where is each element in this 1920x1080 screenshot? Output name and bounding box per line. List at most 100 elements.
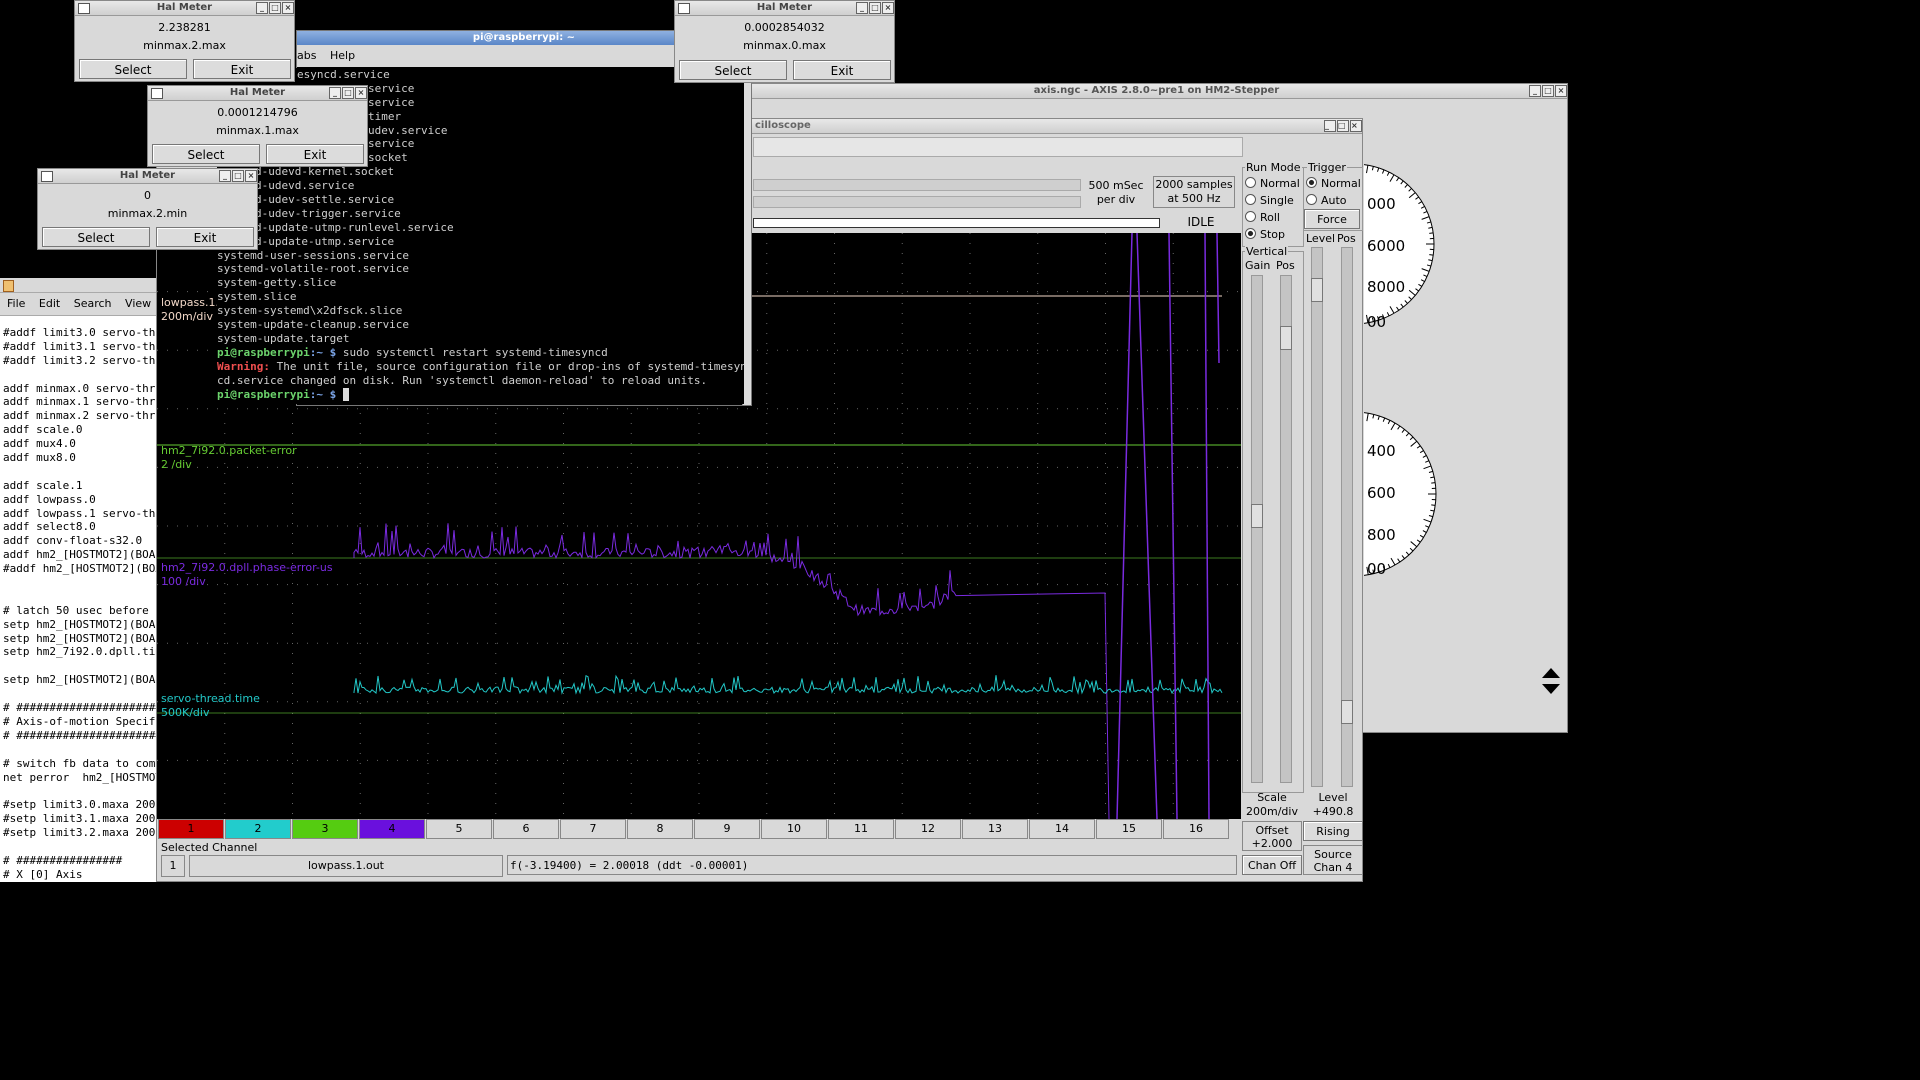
channel-tab-9[interactable]: 9 — [694, 819, 760, 839]
channel-tab-3[interactable]: 3 — [292, 819, 358, 839]
offset-button[interactable]: Offset +2.000 — [1242, 821, 1302, 851]
dial-tick — [1429, 232, 1434, 234]
menu-view[interactable]: View — [125, 297, 151, 310]
terminal-line: d-udevd.service — [255, 179, 355, 193]
trigger-auto[interactable]: Auto — [1306, 194, 1347, 207]
force-button[interactable]: Force — [1304, 209, 1360, 229]
close-button[interactable]: × — [882, 2, 894, 14]
chan-off-button[interactable]: Chan Off — [1242, 855, 1302, 875]
channel-tab-7[interactable]: 7 — [560, 819, 626, 839]
editor-text-area[interactable]: #addf limit3.0 servo-thr #addf limit3.1 s… — [3, 326, 162, 882]
channel-tab-8[interactable]: 8 — [627, 819, 693, 839]
hal-meter-titlebar: Hal Meter _ □ × — [675, 1, 894, 16]
channel-tab-15[interactable]: 15 — [1096, 819, 1162, 839]
minimize-button[interactable]: _ — [856, 2, 868, 14]
run-mode-stop[interactable]: Stop — [1245, 228, 1285, 241]
channel-tab-12[interactable]: 12 — [895, 819, 961, 839]
slider-handle[interactable] — [1341, 700, 1353, 724]
sample-rate[interactable]: 2000 samples at 500 Hz — [1153, 176, 1235, 208]
trigger-normal[interactable]: Normal — [1306, 177, 1361, 190]
channel-tab-5[interactable]: 5 — [426, 819, 492, 839]
maximize-button[interactable]: □ — [869, 2, 881, 14]
gain-slider[interactable] — [1251, 275, 1263, 783]
trigger-pos-slider[interactable] — [1341, 247, 1353, 787]
channel-tab-2[interactable]: 2 — [225, 819, 291, 839]
channel-tab-10[interactable]: 10 — [761, 819, 827, 839]
maximize-button[interactable]: □ — [269, 2, 281, 14]
select-button[interactable]: Select — [152, 144, 260, 164]
menu-search[interactable]: Search — [74, 297, 112, 310]
channel-tab-4[interactable]: 4 — [359, 819, 425, 839]
maximize-button[interactable]: □ — [232, 170, 244, 182]
editor-line: # ###################### — [3, 728, 162, 742]
editor-line: # latch 50 usec before s — [3, 603, 162, 617]
position-bar[interactable] — [753, 218, 1160, 228]
arrow-up-icon[interactable] — [1542, 668, 1560, 678]
meter-pin-name: minmax.2.max — [143, 39, 226, 52]
rising-button[interactable]: Rising — [1303, 821, 1363, 841]
channel-tab-14[interactable]: 14 — [1029, 819, 1095, 839]
channel-tab-6[interactable]: 6 — [493, 819, 559, 839]
warning-text-2: cd.service changed on disk. Run 'systemc… — [217, 373, 708, 387]
channel-tab-1[interactable]: 1 — [158, 819, 224, 839]
scale-readout: Scale 200m/div — [1242, 791, 1302, 819]
close-button[interactable]: × — [1555, 85, 1567, 97]
vertical-label: Vertical — [1245, 245, 1289, 258]
select-button[interactable]: Select — [42, 227, 150, 247]
editor-line: addf mux8.0 — [3, 451, 76, 465]
menu-edit[interactable]: Edit — [39, 297, 60, 310]
selected-channel-name[interactable]: lowpass.1.out — [189, 855, 503, 877]
dial-label-1: 6000 — [1367, 237, 1405, 255]
editor-line: setp hm2_[HOSTMOT2](BOAR — [3, 617, 162, 631]
run-mode-single[interactable]: Single — [1245, 194, 1294, 207]
close-button[interactable]: × — [282, 2, 294, 14]
menu-help[interactable]: Help — [330, 49, 355, 62]
progress-bar-1 — [753, 179, 1081, 191]
maximize-button[interactable]: □ — [1337, 120, 1349, 132]
maximize-button[interactable]: □ — [1542, 85, 1554, 97]
source-button[interactable]: Source Chan 4 — [1303, 845, 1363, 875]
dial-label-2: 8000 — [1367, 278, 1405, 296]
value-readout: f(-3.19400) = 2.00018 (ddt -0.00001) — [507, 855, 1237, 875]
run-mode-normal[interactable]: Normal — [1245, 177, 1300, 190]
select-button[interactable]: Select — [679, 60, 787, 80]
meter-value: 0 — [144, 189, 151, 202]
slider-handle[interactable] — [1311, 278, 1323, 302]
exit-button[interactable]: Exit — [193, 59, 291, 79]
vpos-slider[interactable] — [1280, 275, 1292, 783]
menu-tabs[interactable]: abs — [297, 49, 316, 62]
close-button[interactable]: × — [355, 87, 367, 99]
maximize-button[interactable]: □ — [342, 87, 354, 99]
hal-meter-titlebar: Hal Meter _ □ × — [148, 86, 367, 101]
slider-handle[interactable] — [1251, 504, 1263, 528]
minimize-button[interactable]: _ — [256, 2, 268, 14]
exit-button[interactable]: Exit — [793, 60, 891, 80]
editor-line: addf scale.1 — [3, 478, 83, 492]
slider-handle[interactable] — [1280, 326, 1292, 350]
selected-channel-label: Selected Channel — [161, 841, 258, 854]
exit-button[interactable]: Exit — [266, 144, 364, 164]
trace-3-scale: 100 /div — [161, 575, 206, 588]
scope-toolbar-area — [753, 137, 1243, 157]
window-icon — [41, 171, 53, 182]
trigger-level-slider[interactable] — [1311, 247, 1323, 787]
channel-tab-11[interactable]: 11 — [828, 819, 894, 839]
trace-2-name: hm2_7i92.0.packet-error — [161, 444, 297, 457]
arrow-down-icon[interactable] — [1542, 684, 1560, 694]
close-button[interactable]: × — [1350, 120, 1362, 132]
minimize-button[interactable]: _ — [1529, 85, 1541, 97]
editor-line: #addf limit3.1 servo-thr — [3, 339, 162, 353]
channel-tab-16[interactable]: 16 — [1163, 819, 1229, 839]
close-button[interactable]: × — [245, 170, 257, 182]
minimize-button[interactable]: _ — [329, 87, 341, 99]
menu-file[interactable]: File — [7, 297, 25, 310]
channel-tab-13[interactable]: 13 — [962, 819, 1028, 839]
select-button[interactable]: Select — [79, 59, 187, 79]
minimize-button[interactable]: _ — [1324, 120, 1336, 132]
minimize-button[interactable]: _ — [219, 170, 231, 182]
exit-button[interactable]: Exit — [156, 227, 254, 247]
run-mode-roll[interactable]: Roll — [1245, 211, 1280, 224]
time-per-div[interactable]: 500 mSec per div — [1085, 179, 1147, 207]
